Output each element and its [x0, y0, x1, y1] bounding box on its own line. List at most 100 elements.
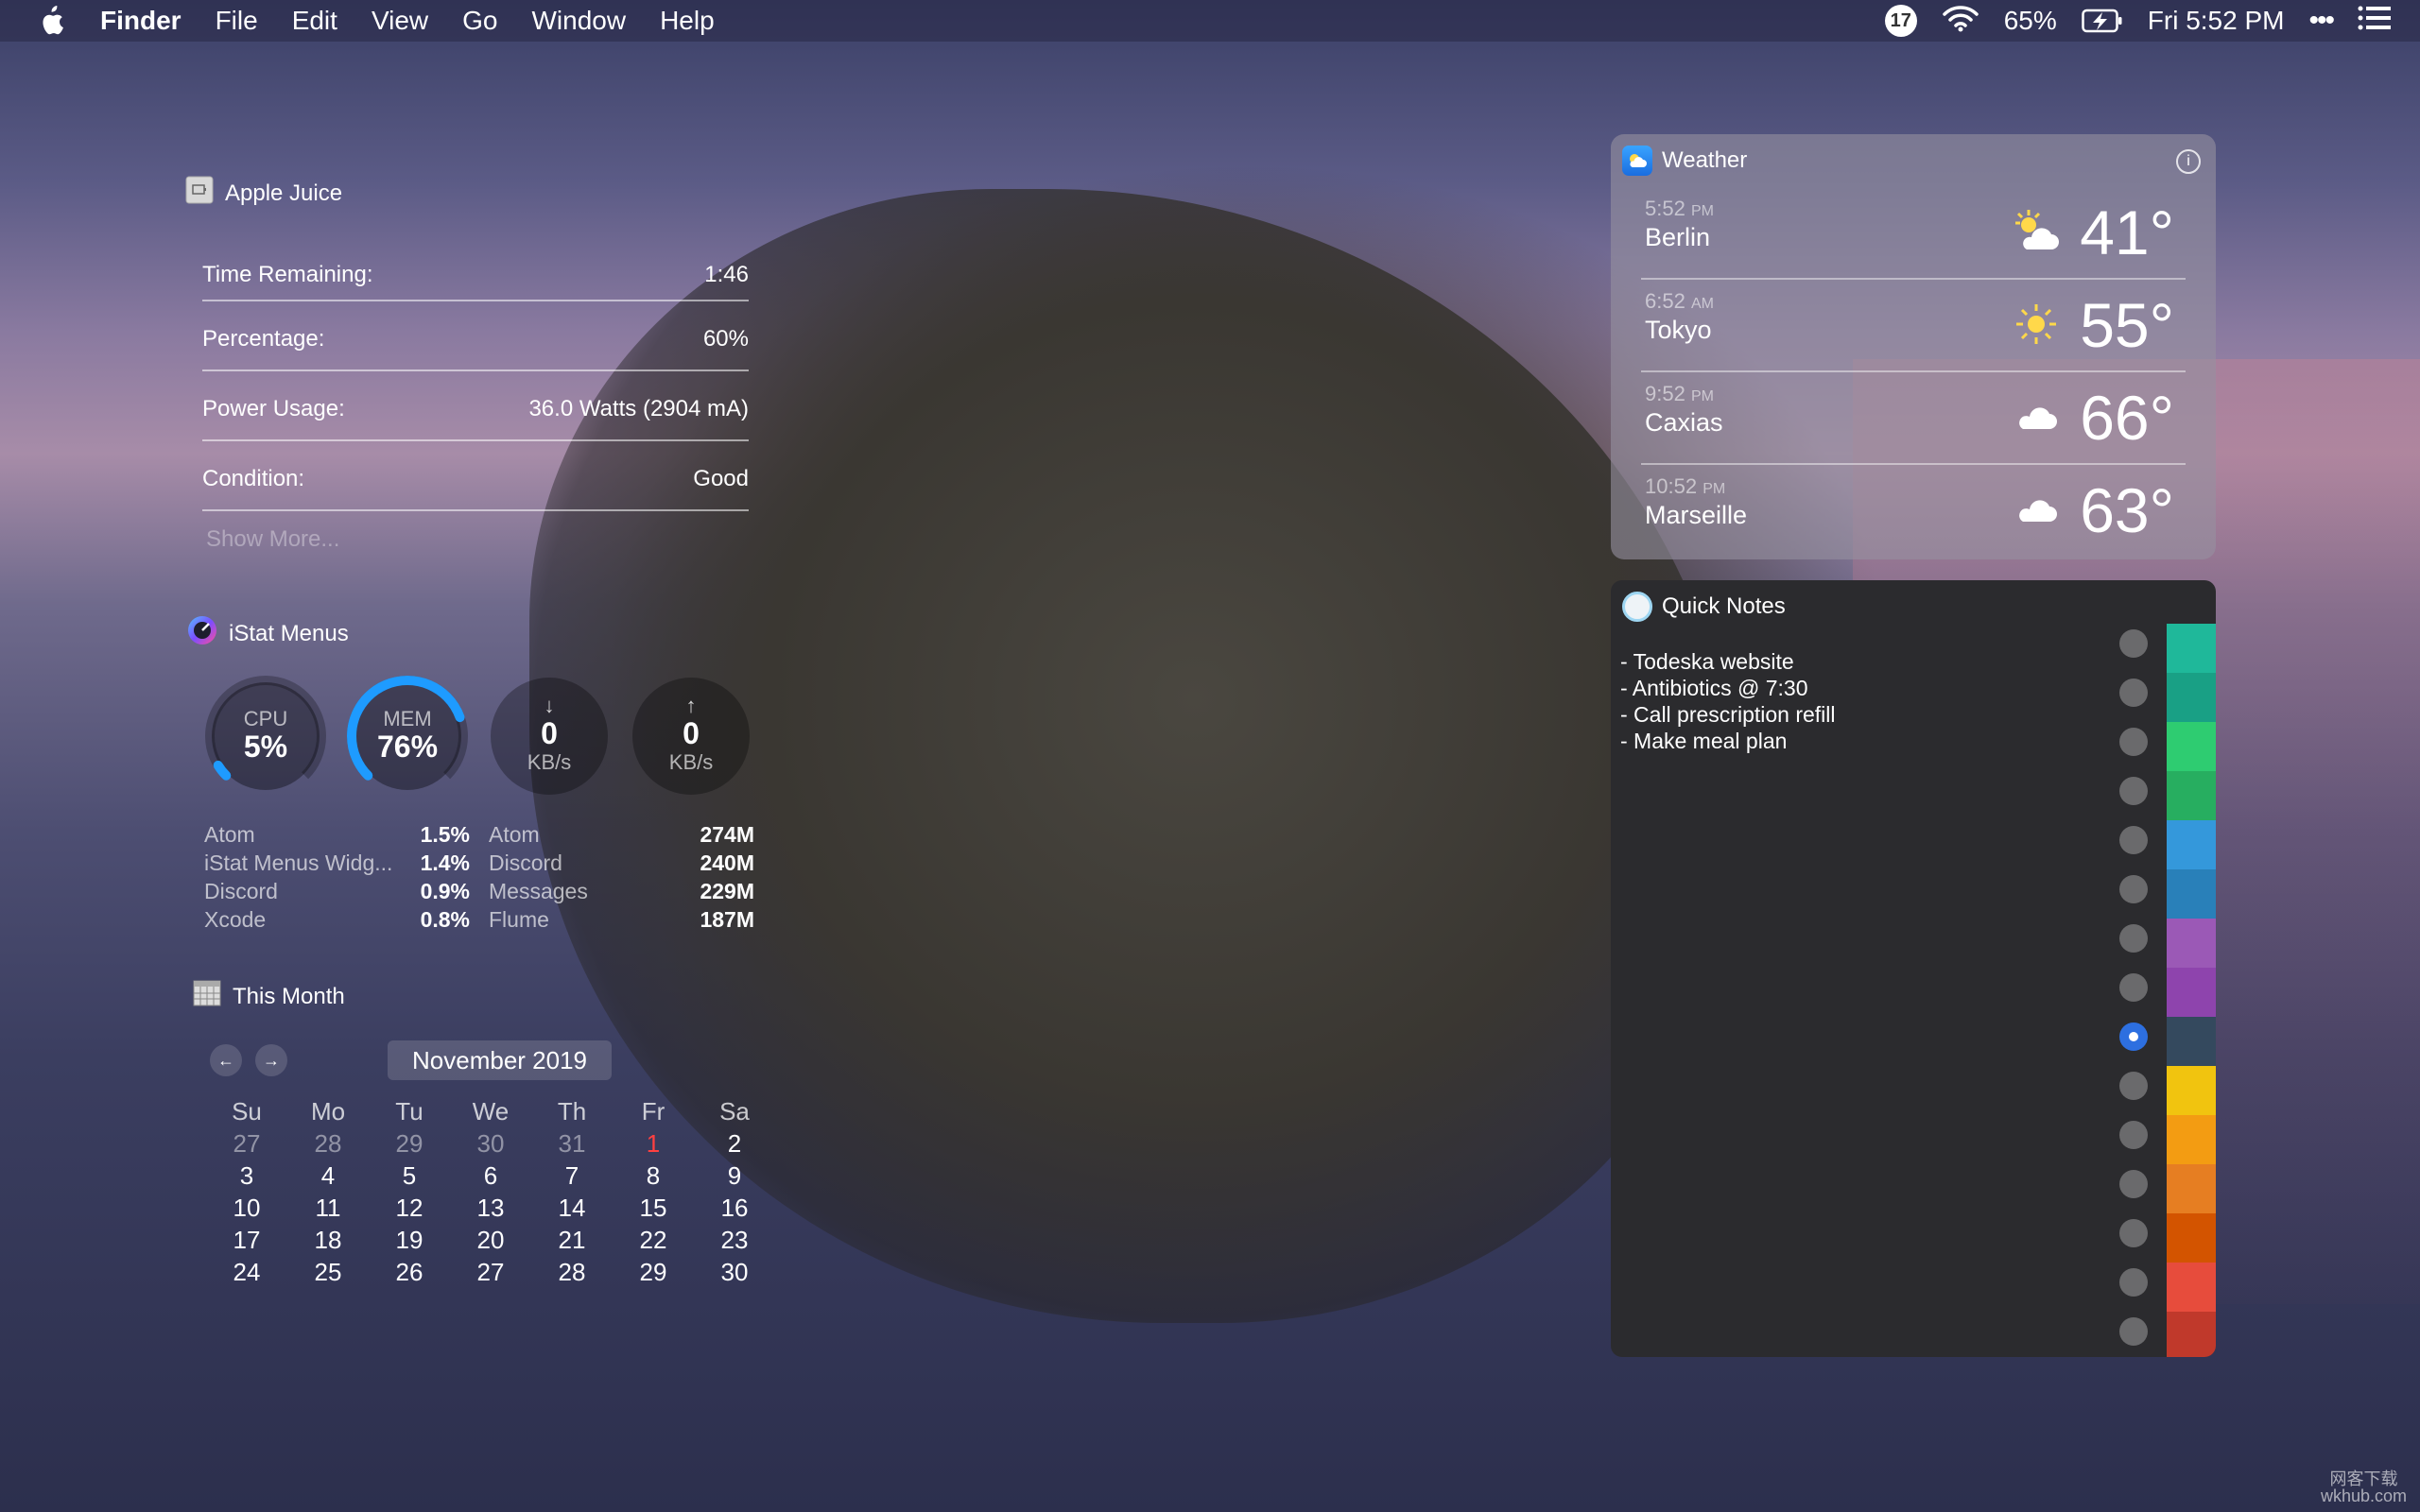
color-swatch[interactable] [2167, 1312, 2216, 1357]
calendar-day[interactable]: 28 [287, 1129, 369, 1161]
calendar-day[interactable]: 9 [694, 1161, 775, 1194]
color-swatch[interactable] [2167, 1066, 2216, 1115]
calendar-day[interactable]: 25 [287, 1258, 369, 1290]
calendar-day[interactable]: 21 [531, 1226, 613, 1258]
prev-month-button[interactable]: ← [210, 1044, 242, 1076]
color-radio[interactable] [2119, 728, 2148, 756]
color-radio[interactable] [2119, 1022, 2148, 1051]
calendar-day[interactable]: 20 [450, 1226, 531, 1258]
cpu-process-table: Atom 1.5% iStat Menus Widg... 1.4% Discord… [204, 822, 470, 936]
calendar-day[interactable]: 1 [613, 1129, 694, 1161]
notification-center-icon[interactable] [2358, 5, 2392, 38]
calendar-day[interactable]: 30 [694, 1258, 775, 1290]
more-icon[interactable]: ••• [2308, 5, 2334, 37]
menu-edit[interactable]: Edit [292, 6, 337, 36]
calendar-day[interactable]: 12 [369, 1194, 450, 1226]
color-swatch[interactable] [2167, 1017, 2216, 1066]
color-radio[interactable] [2119, 679, 2148, 707]
battery-charging-icon[interactable] [2082, 9, 2123, 33]
calendar-day[interactable]: 2 [694, 1129, 775, 1161]
calendar-day[interactable]: 5 [369, 1161, 450, 1194]
show-more-link[interactable]: Show More... [185, 526, 749, 553]
temperature: 66° [2080, 383, 2174, 453]
calendar-day[interactable]: 30 [450, 1129, 531, 1161]
color-radio[interactable] [2119, 777, 2148, 805]
menu-help[interactable]: Help [660, 6, 715, 36]
menubar-clock[interactable]: Fri 5:52 PM [2148, 6, 2285, 36]
note-text-area[interactable]: - Todeska website - Antibiotics @ 7:30 -… [1620, 648, 1836, 754]
apple-menu-icon[interactable] [38, 5, 66, 37]
color-swatch[interactable] [2167, 673, 2216, 722]
color-swatch[interactable] [2167, 722, 2216, 771]
calendar-day[interactable]: 29 [369, 1129, 450, 1161]
color-swatch[interactable] [2167, 1263, 2216, 1312]
color-radio[interactable] [2119, 1072, 2148, 1100]
color-swatch[interactable] [2167, 1213, 2216, 1263]
calendar-day[interactable]: 23 [694, 1226, 775, 1258]
calendar-day[interactable]: 6 [450, 1161, 531, 1194]
color-radio[interactable] [2119, 1121, 2148, 1149]
calendar-day[interactable]: 27 [450, 1258, 531, 1290]
local-time-value: 10:52 [1645, 474, 1698, 498]
calendar-day[interactable]: 14 [531, 1194, 613, 1226]
weather-row-caxias[interactable]: 9:52 PM Caxias 66° [1641, 372, 2186, 465]
quick-notes-widget: Quick Notes - Todeska website - Antibiot… [1611, 580, 2216, 1357]
calendar-day[interactable]: 17 [206, 1226, 287, 1258]
menu-view[interactable]: View [372, 6, 428, 36]
color-swatch[interactable] [2167, 771, 2216, 820]
menu-finder[interactable]: Finder [100, 6, 182, 36]
calendar-day[interactable]: 16 [694, 1194, 775, 1226]
calendar-day[interactable]: 11 [287, 1194, 369, 1226]
color-radio[interactable] [2119, 826, 2148, 854]
calendar-day[interactable]: 24 [206, 1258, 287, 1290]
info-icon[interactable]: i [2176, 149, 2201, 174]
color-radio[interactable] [2119, 1317, 2148, 1346]
color-radio[interactable] [2119, 1170, 2148, 1198]
calendar-day[interactable]: 31 [531, 1129, 613, 1161]
battery-percent[interactable]: 65% [2004, 6, 2057, 36]
calendar-day[interactable]: 19 [369, 1226, 450, 1258]
weather-row-berlin[interactable]: 5:52 PM Berlin 41° [1641, 187, 2186, 280]
color-radio[interactable] [2119, 924, 2148, 953]
color-swatch[interactable] [2167, 1164, 2216, 1213]
calendar-day[interactable]: 7 [531, 1161, 613, 1194]
calendar-day[interactable]: 15 [613, 1194, 694, 1226]
weather-row-tokyo[interactable]: 6:52 AM Tokyo 55° [1641, 280, 2186, 372]
color-swatch[interactable] [2167, 820, 2216, 869]
process-row: Discord 0.9% [204, 879, 470, 907]
weather-app-icon [1622, 146, 1652, 176]
month-label[interactable]: November 2019 [388, 1040, 612, 1080]
this-month-widget: This Month ← → November 2019 Su Mo Tu We Th F… [193, 979, 760, 1290]
calendar-day[interactable]: 13 [450, 1194, 531, 1226]
calendar-day[interactable]: 18 [287, 1226, 369, 1258]
color-radio[interactable] [2119, 875, 2148, 903]
menu-window[interactable]: Window [531, 6, 626, 36]
color-radio[interactable] [2119, 1219, 2148, 1247]
calendar-day[interactable]: 29 [613, 1258, 694, 1290]
calendar-status-icon[interactable]: 17 [1884, 5, 1917, 37]
color-radio[interactable] [2119, 629, 2148, 658]
calendar-day[interactable]: 3 [206, 1161, 287, 1194]
wifi-icon[interactable] [1942, 4, 1979, 39]
process-value: 187M [700, 907, 754, 932]
color-radio[interactable] [2119, 973, 2148, 1002]
menu-file[interactable]: File [216, 6, 258, 36]
color-radio[interactable] [2119, 1268, 2148, 1297]
calendar-day[interactable]: 27 [206, 1129, 287, 1161]
weather-row-marseille[interactable]: 10:52 PM Marseille 63° [1641, 465, 2186, 556]
color-swatch[interactable] [2167, 968, 2216, 1017]
menu-go[interactable]: Go [462, 6, 497, 36]
color-swatch[interactable] [2167, 1115, 2216, 1164]
color-swatch[interactable] [2167, 624, 2216, 673]
calendar-day[interactable]: 28 [531, 1258, 613, 1290]
calendar-day[interactable]: 26 [369, 1258, 450, 1290]
next-month-button[interactable]: → [255, 1044, 287, 1076]
calendar-day[interactable]: 4 [287, 1161, 369, 1194]
calendar-day[interactable]: 8 [613, 1161, 694, 1194]
color-swatch[interactable] [2167, 869, 2216, 919]
calendar-day[interactable]: 10 [206, 1194, 287, 1226]
color-swatch[interactable] [2167, 919, 2216, 968]
temperature: 55° [2080, 290, 2174, 360]
aj-row-percentage: Percentage: 60% [202, 301, 749, 371]
calendar-day[interactable]: 22 [613, 1226, 694, 1258]
